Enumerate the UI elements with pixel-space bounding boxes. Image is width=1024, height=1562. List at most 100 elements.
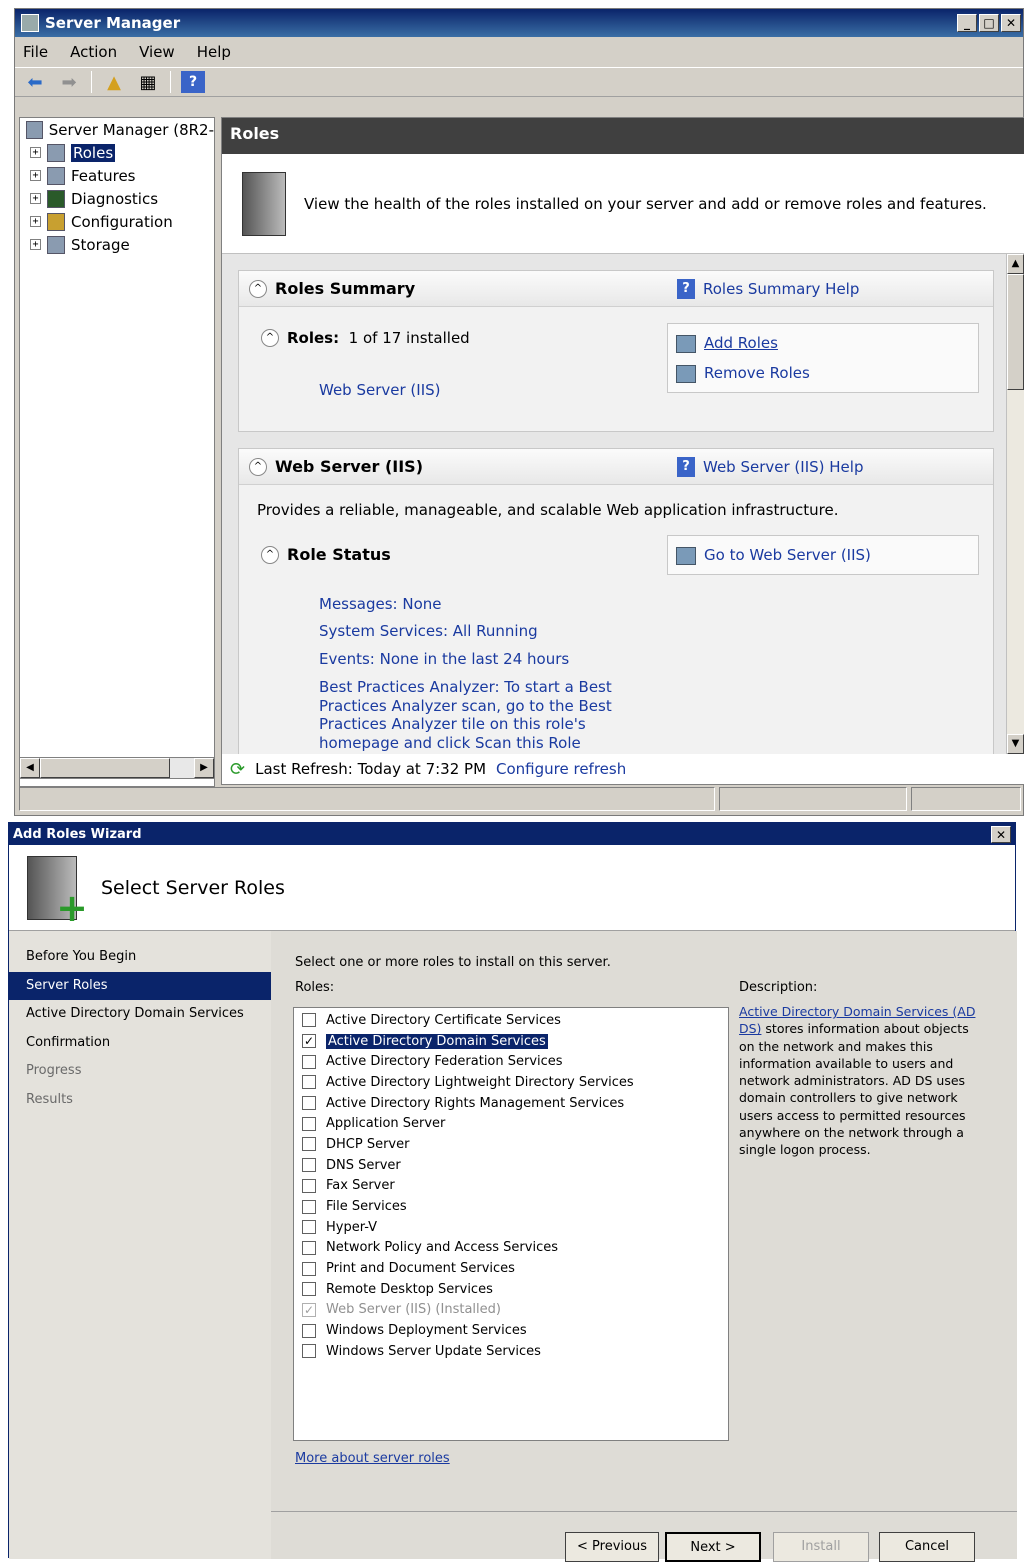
expand-icon[interactable]: + — [30, 216, 41, 227]
tree-item-features[interactable]: + Features — [20, 164, 214, 187]
events-link[interactable]: Events: None in the last 24 hours — [319, 650, 569, 668]
role-item[interactable]: DNS Server — [294, 1155, 728, 1176]
collapse-icon[interactable]: ^ — [261, 329, 279, 347]
collapse-icon[interactable]: ^ — [249, 457, 267, 476]
role-checkbox[interactable]: ✓ — [302, 1034, 316, 1049]
role-checkbox[interactable] — [302, 1178, 316, 1193]
scroll-thumb[interactable] — [1007, 274, 1024, 390]
remove-roles-link[interactable]: Remove Roles — [676, 364, 810, 383]
expand-icon[interactable]: + — [30, 170, 41, 181]
up-folder-icon[interactable]: ▲ — [102, 71, 126, 93]
role-item[interactable]: Active Directory Rights Management Servi… — [294, 1093, 728, 1114]
collapse-icon[interactable]: ^ — [261, 545, 279, 564]
role-item[interactable]: File Services — [294, 1196, 728, 1217]
role-item[interactable]: Windows Server Update Services — [294, 1341, 728, 1362]
installed-role-link[interactable]: Web Server (IIS) — [319, 381, 441, 399]
tree-horizontal-scrollbar[interactable]: ◀ ▶ — [19, 757, 215, 779]
add-roles-label[interactable]: Add Roles — [704, 334, 778, 352]
forward-arrow-icon[interactable]: ➡ — [57, 71, 81, 93]
collapse-icon[interactable]: ^ — [249, 279, 267, 298]
goto-web-server-link[interactable]: Go to Web Server (IIS) — [676, 546, 871, 565]
step-results: Results — [26, 1091, 73, 1107]
tree-item-configuration[interactable]: + Configuration — [20, 210, 214, 233]
remove-roles-label[interactable]: Remove Roles — [704, 364, 810, 382]
web-server-header[interactable]: ^ Web Server (IIS) ? Web Server (IIS) He… — [239, 449, 993, 485]
goto-label[interactable]: Go to Web Server (IIS) — [704, 546, 871, 564]
role-label: File Services — [326, 1199, 407, 1215]
configure-refresh-link[interactable]: Configure refresh — [496, 760, 626, 778]
bpa-link[interactable]: Best Practices Analyzer: To start a Best… — [319, 678, 649, 753]
role-checkbox[interactable] — [302, 1199, 316, 1214]
role-checkbox[interactable] — [302, 1013, 316, 1028]
role-checkbox[interactable] — [302, 1116, 316, 1131]
role-checkbox[interactable] — [302, 1344, 316, 1359]
status-bar — [19, 787, 1021, 813]
expand-icon[interactable]: + — [30, 147, 41, 158]
content-scroll-area: ^ Roles Summary ? Roles Summary Help ^ R… — [222, 254, 1008, 768]
tree-item-storage[interactable]: + Storage — [20, 233, 214, 256]
scroll-down-icon[interactable]: ▼ — [1007, 734, 1024, 754]
role-checkbox[interactable] — [302, 1282, 316, 1297]
step-ad-domain-services[interactable]: Active Directory Domain Services — [9, 1000, 271, 1029]
role-item[interactable]: Active Directory Federation Services — [294, 1051, 728, 1072]
close-button[interactable]: ✕ — [991, 825, 1011, 843]
menu-help[interactable]: Help — [197, 43, 231, 61]
scroll-left-icon[interactable]: ◀ — [20, 758, 40, 778]
maximize-button[interactable]: □ — [979, 14, 999, 32]
services-link[interactable]: System Services: All Running — [319, 622, 538, 640]
tree-item-diagnostics[interactable]: + Diagnostics — [20, 187, 214, 210]
role-item[interactable]: Fax Server — [294, 1176, 728, 1197]
content-vertical-scrollbar[interactable]: ▲ ▼ — [1006, 254, 1024, 754]
help-icon[interactable]: ? — [181, 71, 205, 93]
step-confirmation[interactable]: Confirmation — [9, 1029, 271, 1058]
tree-item-roles[interactable]: + Roles — [20, 141, 214, 164]
role-checkbox[interactable] — [302, 1158, 316, 1173]
role-item[interactable]: Print and Document Services — [294, 1258, 728, 1279]
role-item[interactable]: Windows Deployment Services — [294, 1320, 728, 1341]
add-role-server-icon — [27, 855, 88, 927]
roles-summary-header[interactable]: ^ Roles Summary ? Roles Summary Help — [239, 271, 993, 307]
expand-icon[interactable]: + — [30, 193, 41, 204]
role-label: Active Directory Certificate Services — [326, 1012, 561, 1028]
menu-action[interactable]: Action — [70, 43, 117, 61]
step-server-roles[interactable]: Server Roles — [9, 971, 271, 1000]
role-item[interactable]: Active Directory Lightweight Directory S… — [294, 1072, 728, 1093]
menu-file[interactable]: File — [23, 43, 48, 61]
minimize-button[interactable]: _ — [957, 14, 977, 32]
role-checkbox[interactable] — [302, 1137, 316, 1152]
role-item[interactable]: DHCP Server — [294, 1134, 728, 1155]
role-checkbox[interactable] — [302, 1096, 316, 1111]
role-item[interactable]: Network Policy and Access Services — [294, 1238, 728, 1259]
role-checkbox[interactable] — [302, 1240, 316, 1255]
add-roles-link[interactable]: Add Roles — [676, 334, 778, 353]
menu-view[interactable]: View — [139, 43, 175, 61]
role-checkbox[interactable] — [302, 1220, 316, 1235]
role-status-header[interactable]: ^ Role Status — [261, 545, 391, 564]
roles-summary-help-link[interactable]: ? Roles Summary Help — [677, 278, 859, 299]
scroll-right-icon[interactable]: ▶ — [194, 758, 214, 778]
role-item[interactable]: Hyper-V — [294, 1217, 728, 1238]
tree-root[interactable]: Server Manager (8R2- — [20, 118, 214, 141]
role-checkbox[interactable] — [302, 1323, 316, 1338]
role-checkbox[interactable] — [302, 1075, 316, 1090]
web-server-help-link[interactable]: ? Web Server (IIS) Help — [677, 456, 863, 477]
messages-link[interactable]: Messages: None — [319, 595, 442, 613]
show-hide-tree-icon[interactable]: ▦ — [136, 71, 160, 93]
more-about-roles-link[interactable]: More about server roles — [295, 1451, 450, 1466]
role-checkbox[interactable] — [302, 1261, 316, 1276]
back-arrow-icon[interactable]: ⬅ — [23, 71, 47, 93]
remove-roles-icon — [676, 364, 696, 383]
role-label: Windows Server Update Services — [326, 1343, 541, 1359]
roles-list[interactable]: Active Directory Certificate Services ✓ Ac… — [293, 1007, 729, 1441]
role-checkbox[interactable] — [302, 1054, 316, 1069]
step-before-you-begin[interactable]: Before You Begin — [9, 943, 271, 972]
scroll-up-icon[interactable]: ▲ — [1007, 254, 1024, 274]
refresh-icon[interactable]: ⟳ — [230, 759, 245, 780]
expand-icon[interactable]: + — [30, 239, 41, 250]
role-item[interactable]: ✓ Active Directory Domain Services — [294, 1031, 728, 1052]
close-button[interactable]: ✕ — [1001, 14, 1021, 32]
role-item[interactable]: Active Directory Certificate Services — [294, 1010, 728, 1031]
role-item[interactable]: Remote Desktop Services — [294, 1279, 728, 1300]
role-item[interactable]: Application Server — [294, 1113, 728, 1134]
scroll-thumb[interactable] — [40, 758, 170, 778]
